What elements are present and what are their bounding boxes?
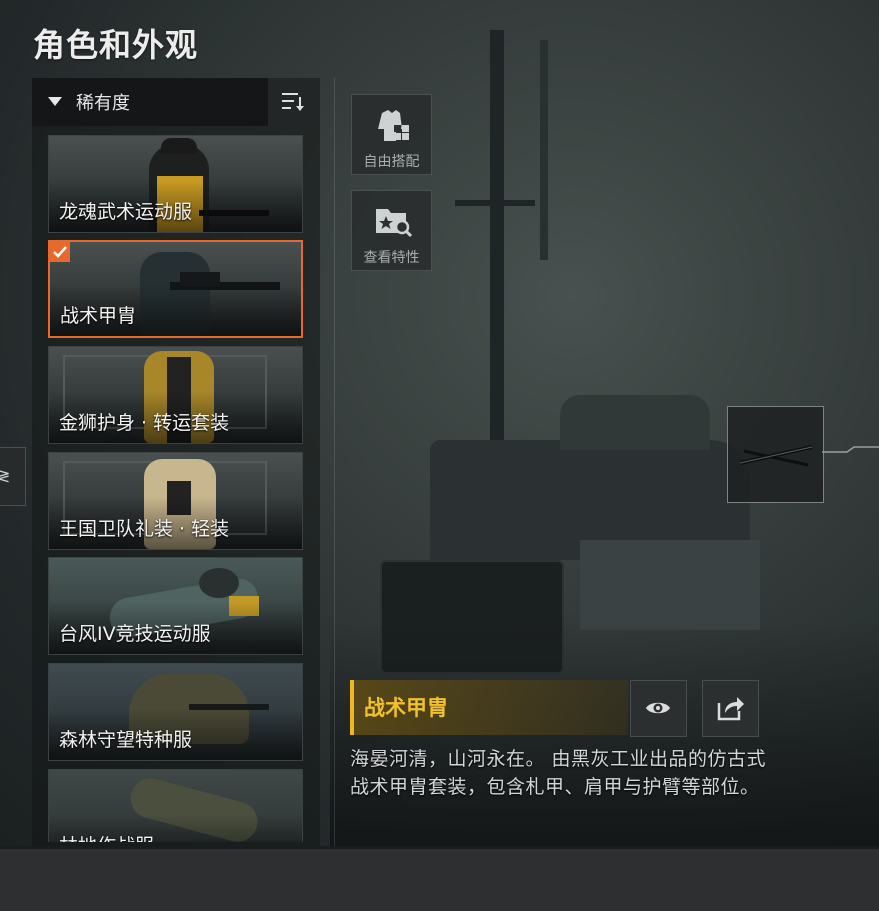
view-traits-label: 查看特性	[363, 250, 420, 266]
vehicle-turret	[560, 395, 710, 450]
share-icon	[717, 697, 744, 721]
shed-building	[580, 540, 760, 630]
view-traits-button[interactable]: 查看特性	[351, 190, 432, 271]
selected-outfit-title-bar: 战术甲胄	[350, 680, 628, 735]
outfit-description: 海晏河清，山河永在。 由黑灰工业出品的仿古式战术甲胄套装，包含札甲、肩甲与护臂等…	[350, 748, 767, 798]
pole-crossbar	[455, 200, 535, 206]
crossed-blades-icon	[739, 445, 813, 467]
outfit-name: 台风IV竞技运动服	[59, 623, 211, 645]
outfit-card-golden-lion[interactable]: 金狮护身 · 转运套装	[48, 346, 303, 444]
dropdown-triangle-icon	[48, 97, 62, 106]
outfit-name: 龙魂武术运动服	[59, 201, 193, 223]
sort-dropdown[interactable]: 稀有度	[32, 78, 318, 126]
outfit-name: 战术甲胄	[60, 305, 137, 327]
page-title: 角色和外观	[33, 26, 199, 64]
outfit-mix-icon	[378, 110, 409, 141]
outfit-card-tactical-armor[interactable]: 战术甲胄	[48, 240, 303, 338]
left-collapse-tab[interactable]: ≷	[0, 447, 26, 506]
distant-pole	[540, 40, 548, 260]
weapon-preview-thumbnail[interactable]	[727, 406, 824, 503]
share-button[interactable]	[702, 680, 759, 737]
outfit-card-forest-watch[interactable]: 森林守望特种服	[48, 663, 303, 761]
outfit-name: 森林守望特种服	[59, 729, 193, 751]
outfit-card-typhoon[interactable]: 台风IV竞技运动服	[48, 557, 303, 655]
outfit-cards: 龙魂武术运动服 战术甲胄 金狮护身 · 转运套装 王国卫队礼装 · 轻装 台风I…	[48, 135, 303, 842]
left-tab-glyph: ≷	[0, 466, 11, 485]
outfit-card-royal-guard[interactable]: 王国卫队礼装 · 轻装	[48, 452, 303, 550]
outfit-name: 林地作战服	[59, 831, 154, 842]
sort-order-button[interactable]	[268, 78, 318, 126]
outfit-card-longhun[interactable]: 龙魂武术运动服	[48, 135, 303, 233]
outfit-name: 王国卫队礼装 · 轻装	[59, 518, 230, 540]
selected-outfit-name: 战术甲胄	[364, 696, 448, 720]
preview-button[interactable]	[630, 680, 687, 737]
panel-divider	[334, 78, 335, 846]
sort-list-icon	[282, 93, 304, 111]
sort-label: 稀有度	[76, 93, 130, 114]
outfit-name: 金狮护身 · 转运套装	[59, 412, 230, 434]
eye-icon	[646, 702, 670, 714]
outfit-card-woodland[interactable]: 林地作战服	[48, 769, 303, 842]
selected-check-icon	[50, 242, 70, 262]
free-match-button[interactable]: 自由搭配	[351, 94, 432, 175]
trait-search-icon	[376, 209, 412, 238]
utility-pole	[490, 30, 504, 500]
bottom-bar	[0, 846, 879, 911]
preview-connector-line	[822, 446, 879, 453]
free-match-label: 自由搭配	[363, 154, 420, 170]
